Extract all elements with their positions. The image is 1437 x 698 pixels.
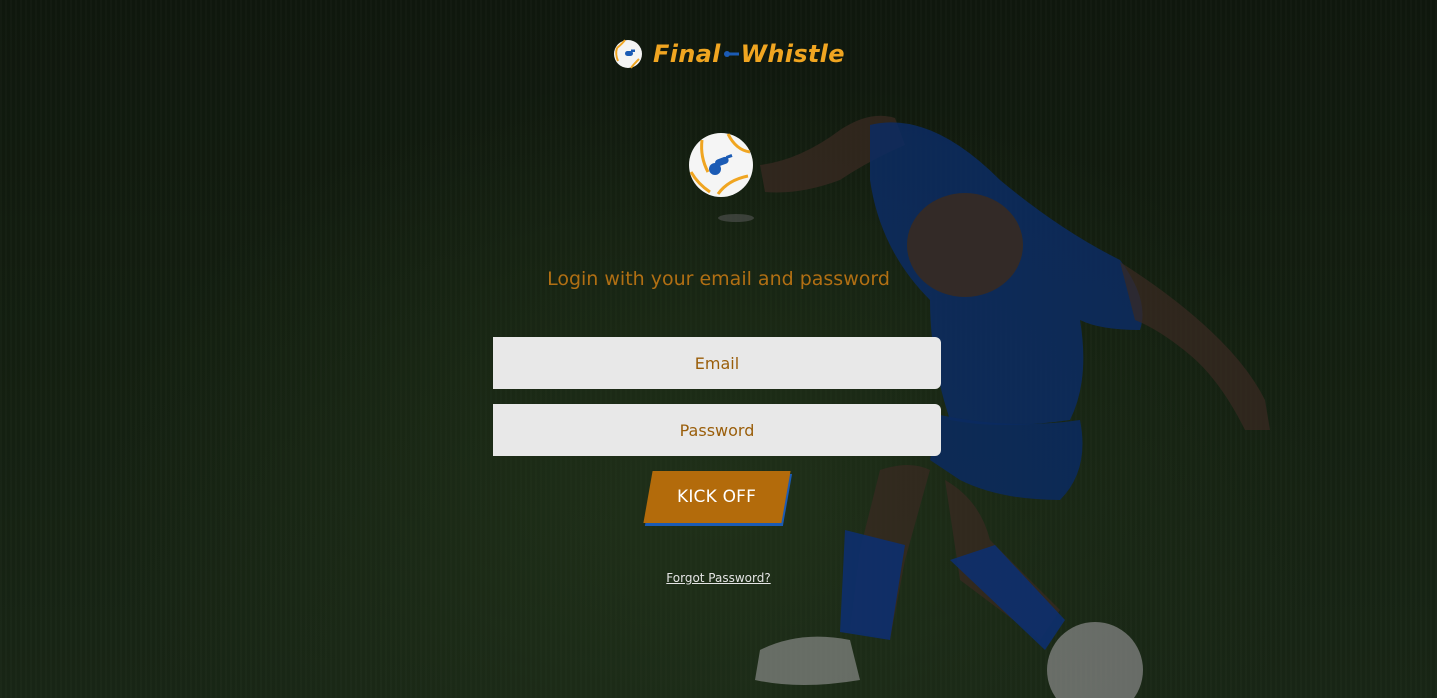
hero-ball-shadow — [718, 214, 754, 222]
whistle-icon — [723, 51, 739, 57]
brand-logo[interactable]: Final Whistle — [613, 38, 845, 70]
brand-name-part2: Whistle — [740, 40, 845, 68]
kick-off-label: KICK OFF — [677, 487, 757, 507]
kick-off-button-wrap: KICK OFF — [643, 471, 791, 527]
soccer-ball-whistle-icon — [689, 133, 753, 197]
kick-off-button[interactable]: KICK OFF — [643, 471, 791, 523]
email-field[interactable] — [493, 337, 941, 389]
brand-name-part1: Final — [653, 40, 721, 68]
forgot-password-row: Forgot Password? — [0, 569, 1437, 587]
login-subtitle: Login with your email and password — [547, 268, 890, 290]
forgot-password-link[interactable]: Forgot Password? — [666, 571, 770, 585]
password-field[interactable] — [493, 404, 941, 456]
soccer-ball-whistle-icon — [614, 39, 642, 69]
